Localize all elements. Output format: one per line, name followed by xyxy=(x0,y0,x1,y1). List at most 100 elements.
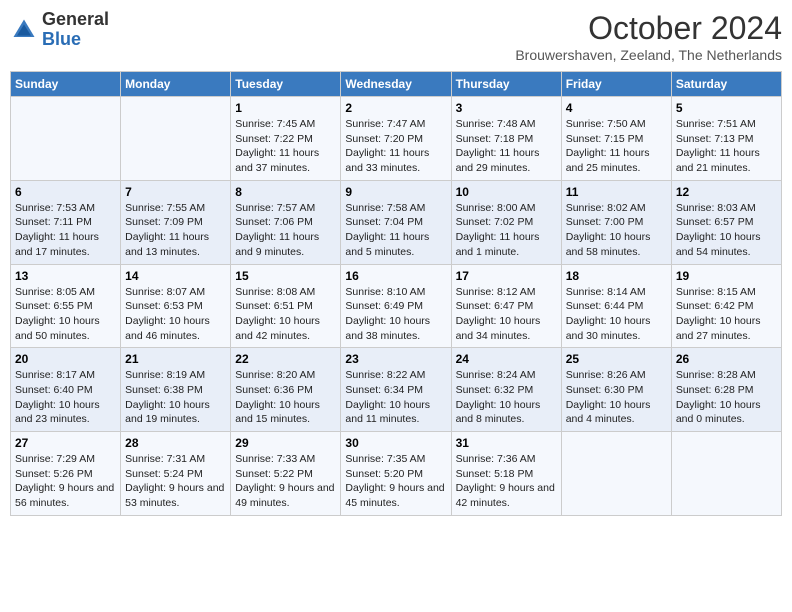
day-number: 8 xyxy=(235,185,336,199)
calendar-cell: 13Sunrise: 8:05 AMSunset: 6:55 PMDayligh… xyxy=(11,264,121,348)
day-number: 13 xyxy=(15,269,116,283)
calendar-cell: 4Sunrise: 7:50 AMSunset: 7:15 PMDaylight… xyxy=(561,97,671,181)
calendar-week-row: 27 Sunrise: 7:29 AMSunset: 5:26 PMDayligh… xyxy=(11,432,782,516)
logo: General Blue xyxy=(10,10,109,50)
day-info: Sunrise: 7:45 AMSunset: 7:22 PMDaylight:… xyxy=(235,117,336,176)
day-info: Sunrise: 8:12 AMSunset: 6:47 PMDaylight:… xyxy=(456,285,557,344)
calendar-cell: 7 Sunrise: 7:55 AMSunset: 7:09 PMDaylight… xyxy=(121,180,231,264)
day-number: 14 xyxy=(125,269,226,283)
logo-icon xyxy=(10,16,38,44)
day-info: Sunrise: 7:50 AMSunset: 7:15 PMDaylight:… xyxy=(566,117,667,176)
calendar-cell: 9 Sunrise: 7:58 AMSunset: 7:04 PMDaylight… xyxy=(341,180,451,264)
calendar-cell: 27 Sunrise: 7:29 AMSunset: 5:26 PMDayligh… xyxy=(11,432,121,516)
day-number: 28 xyxy=(125,436,226,450)
day-info: Sunrise: 7:33 AMSunset: 5:22 PMDaylight:… xyxy=(235,452,336,511)
header-monday: Monday xyxy=(121,72,231,97)
calendar-week-row: 6Sunrise: 7:53 AMSunset: 7:11 PMDaylight… xyxy=(11,180,782,264)
day-info: Sunrise: 7:31 AMSunset: 5:24 PMDaylight:… xyxy=(125,452,226,511)
calendar-cell: 22Sunrise: 8:20 AMSunset: 6:36 PMDayligh… xyxy=(231,348,341,432)
day-number: 29 xyxy=(235,436,336,450)
calendar-cell: 8 Sunrise: 7:57 AMSunset: 7:06 PMDaylight… xyxy=(231,180,341,264)
calendar-week-row: 1 Sunrise: 7:45 AMSunset: 7:22 PMDaylight… xyxy=(11,97,782,181)
day-info: Sunrise: 8:22 AMSunset: 6:34 PMDaylight:… xyxy=(345,368,446,427)
day-number: 3 xyxy=(456,101,557,115)
day-info: Sunrise: 8:00 AMSunset: 7:02 PMDaylight:… xyxy=(456,201,557,260)
calendar-cell xyxy=(671,432,781,516)
day-number: 11 xyxy=(566,185,667,199)
day-number: 19 xyxy=(676,269,777,283)
day-info: Sunrise: 8:17 AMSunset: 6:40 PMDaylight:… xyxy=(15,368,116,427)
day-info: Sunrise: 8:15 AMSunset: 6:42 PMDaylight:… xyxy=(676,285,777,344)
calendar-table: SundayMondayTuesdayWednesdayThursdayFrid… xyxy=(10,71,782,516)
calendar-cell: 29 Sunrise: 7:33 AMSunset: 5:22 PMDayligh… xyxy=(231,432,341,516)
calendar-cell: 12 Sunrise: 8:03 AMSunset: 6:57 PMDayligh… xyxy=(671,180,781,264)
day-number: 10 xyxy=(456,185,557,199)
day-number: 12 xyxy=(676,185,777,199)
day-info: Sunrise: 7:57 AMSunset: 7:06 PMDaylight:… xyxy=(235,201,336,260)
calendar-cell: 14 Sunrise: 8:07 AMSunset: 6:53 PMDayligh… xyxy=(121,264,231,348)
day-info: Sunrise: 8:02 AMSunset: 7:00 PMDaylight:… xyxy=(566,201,667,260)
header-friday: Friday xyxy=(561,72,671,97)
header-saturday: Saturday xyxy=(671,72,781,97)
calendar-cell: 16 Sunrise: 8:10 AMSunset: 6:49 PMDayligh… xyxy=(341,264,451,348)
day-number: 27 xyxy=(15,436,116,450)
calendar-cell: 11 Sunrise: 8:02 AMSunset: 7:00 PMDayligh… xyxy=(561,180,671,264)
calendar-cell: 26 Sunrise: 8:28 AMSunset: 6:28 PMDayligh… xyxy=(671,348,781,432)
day-info: Sunrise: 8:03 AMSunset: 6:57 PMDaylight:… xyxy=(676,201,777,260)
day-info: Sunrise: 8:19 AMSunset: 6:38 PMDaylight:… xyxy=(125,368,226,427)
page-header: General Blue October 2024 Brouwershaven,… xyxy=(10,10,782,63)
calendar-cell: 18Sunrise: 8:14 AMSunset: 6:44 PMDayligh… xyxy=(561,264,671,348)
day-number: 17 xyxy=(456,269,557,283)
calendar-cell: 23 Sunrise: 8:22 AMSunset: 6:34 PMDayligh… xyxy=(341,348,451,432)
calendar-cell: 19 Sunrise: 8:15 AMSunset: 6:42 PMDayligh… xyxy=(671,264,781,348)
day-info: Sunrise: 7:48 AMSunset: 7:18 PMDaylight:… xyxy=(456,117,557,176)
header-wednesday: Wednesday xyxy=(341,72,451,97)
day-info: Sunrise: 8:10 AMSunset: 6:49 PMDaylight:… xyxy=(345,285,446,344)
month-title: October 2024 xyxy=(515,10,782,47)
day-number: 23 xyxy=(345,352,446,366)
calendar-cell: 25Sunrise: 8:26 AMSunset: 6:30 PMDayligh… xyxy=(561,348,671,432)
location: Brouwershaven, Zeeland, The Netherlands xyxy=(515,47,782,63)
calendar-cell xyxy=(121,97,231,181)
day-info: Sunrise: 7:29 AMSunset: 5:26 PMDaylight:… xyxy=(15,452,116,511)
calendar-cell: 6Sunrise: 7:53 AMSunset: 7:11 PMDaylight… xyxy=(11,180,121,264)
day-info: Sunrise: 8:08 AMSunset: 6:51 PMDaylight:… xyxy=(235,285,336,344)
day-info: Sunrise: 7:58 AMSunset: 7:04 PMDaylight:… xyxy=(345,201,446,260)
day-info: Sunrise: 7:47 AMSunset: 7:20 PMDaylight:… xyxy=(345,117,446,176)
day-number: 22 xyxy=(235,352,336,366)
calendar-cell: 30 Sunrise: 7:35 AMSunset: 5:20 PMDayligh… xyxy=(341,432,451,516)
day-info: Sunrise: 8:07 AMSunset: 6:53 PMDaylight:… xyxy=(125,285,226,344)
day-info: Sunrise: 7:55 AMSunset: 7:09 PMDaylight:… xyxy=(125,201,226,260)
calendar-cell: 28 Sunrise: 7:31 AMSunset: 5:24 PMDayligh… xyxy=(121,432,231,516)
day-info: Sunrise: 8:28 AMSunset: 6:28 PMDaylight:… xyxy=(676,368,777,427)
day-info: Sunrise: 8:14 AMSunset: 6:44 PMDaylight:… xyxy=(566,285,667,344)
calendar-cell: 15 Sunrise: 8:08 AMSunset: 6:51 PMDayligh… xyxy=(231,264,341,348)
calendar-week-row: 20 Sunrise: 8:17 AMSunset: 6:40 PMDayligh… xyxy=(11,348,782,432)
day-number: 1 xyxy=(235,101,336,115)
day-number: 7 xyxy=(125,185,226,199)
day-info: Sunrise: 7:35 AMSunset: 5:20 PMDaylight:… xyxy=(345,452,446,511)
logo-text: General Blue xyxy=(42,10,109,50)
calendar-cell: 20 Sunrise: 8:17 AMSunset: 6:40 PMDayligh… xyxy=(11,348,121,432)
header-tuesday: Tuesday xyxy=(231,72,341,97)
calendar-cell: 21 Sunrise: 8:19 AMSunset: 6:38 PMDayligh… xyxy=(121,348,231,432)
calendar-cell: 24 Sunrise: 8:24 AMSunset: 6:32 PMDayligh… xyxy=(451,348,561,432)
calendar-cell: 31Sunrise: 7:36 AMSunset: 5:18 PMDayligh… xyxy=(451,432,561,516)
day-number: 21 xyxy=(125,352,226,366)
calendar-week-row: 13Sunrise: 8:05 AMSunset: 6:55 PMDayligh… xyxy=(11,264,782,348)
calendar-cell: 17 Sunrise: 8:12 AMSunset: 6:47 PMDayligh… xyxy=(451,264,561,348)
day-number: 15 xyxy=(235,269,336,283)
day-number: 26 xyxy=(676,352,777,366)
header-sunday: Sunday xyxy=(11,72,121,97)
day-number: 31 xyxy=(456,436,557,450)
day-info: Sunrise: 8:24 AMSunset: 6:32 PMDaylight:… xyxy=(456,368,557,427)
header-thursday: Thursday xyxy=(451,72,561,97)
day-number: 20 xyxy=(15,352,116,366)
day-number: 9 xyxy=(345,185,446,199)
calendar-cell: 1 Sunrise: 7:45 AMSunset: 7:22 PMDaylight… xyxy=(231,97,341,181)
day-number: 24 xyxy=(456,352,557,366)
day-number: 30 xyxy=(345,436,446,450)
calendar-cell: 5Sunrise: 7:51 AMSunset: 7:13 PMDaylight… xyxy=(671,97,781,181)
day-number: 16 xyxy=(345,269,446,283)
calendar-cell xyxy=(561,432,671,516)
